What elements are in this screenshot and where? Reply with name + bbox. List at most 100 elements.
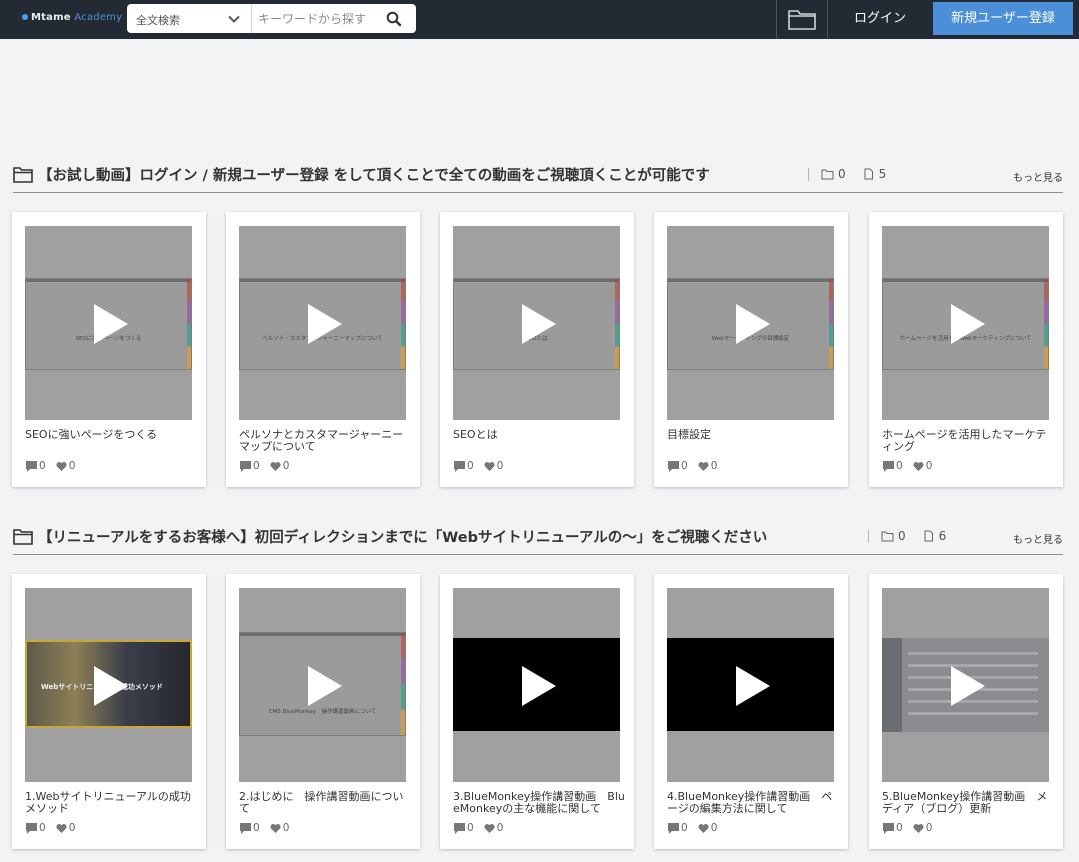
video-thumbnail[interactable] — [667, 588, 834, 782]
heart-icon — [56, 823, 67, 833]
comment-icon — [454, 460, 465, 472]
video-card[interactable]: 5.BlueMonkey操作講習動画 メディア（ブログ）更新 0 0 — [869, 574, 1063, 849]
file-count-icon — [924, 530, 933, 542]
video-thumbnail[interactable]: CMS BlueMonkey 操作講習動画について — [239, 588, 406, 782]
heart-icon — [270, 823, 281, 833]
search-box: 全文検索 — [127, 4, 416, 33]
comment-count: 0 — [467, 822, 474, 834]
video-card[interactable]: 3.BlueMonkey操作講習動画 BlueMonkeyの主な機能に関して 0… — [440, 574, 634, 849]
heart-icon — [56, 461, 67, 471]
comment-icon — [454, 822, 465, 834]
play-icon[interactable] — [88, 664, 132, 708]
video-title[interactable]: ペルソナとカスタマージャーニーマップについて — [239, 429, 411, 453]
video-card[interactable]: Webサイトリニューアル成功メソッド 1.Webサイトリニューアルの成功メソッド… — [12, 574, 206, 849]
video-title[interactable]: SEOとは — [453, 429, 625, 441]
play-icon[interactable] — [730, 664, 774, 708]
video-thumbnail[interactable]: SEOに強いページをつくる — [25, 226, 192, 420]
play-icon[interactable] — [730, 302, 774, 346]
folder-count: 0 — [838, 167, 846, 181]
folder-icon — [13, 529, 33, 545]
video-title[interactable]: ホームページを活用したマーケティング — [882, 429, 1054, 453]
video-thumbnail[interactable] — [882, 588, 1049, 782]
more-link[interactable]: もっと見る — [1013, 531, 1063, 546]
video-card[interactable]: ホームページを活用したWebマーケティングについて ホームページを活用したマーケ… — [869, 212, 1063, 487]
play-icon[interactable] — [302, 302, 346, 346]
logo-sub-text: Academy — [74, 12, 123, 23]
video-stats: 0 0 — [240, 460, 289, 472]
like-count: 0 — [282, 822, 290, 834]
heart-icon — [913, 461, 924, 471]
video-card[interactable]: SEOとは SEOとは 0 0 — [440, 212, 634, 487]
register-button[interactable]: 新規ユーザー登録 — [933, 2, 1073, 35]
comment-count: 0 — [253, 822, 260, 834]
file-count: 6 — [938, 529, 947, 543]
login-button[interactable]: ログイン — [829, 0, 931, 39]
keyword-search-input[interactable] — [258, 8, 384, 29]
video-stats: 0 0 — [883, 822, 932, 834]
video-stats: 0 0 — [454, 460, 503, 472]
video-title[interactable]: 2.はじめに 操作講習動画について — [239, 791, 411, 815]
heart-icon — [698, 461, 709, 471]
like-count: 0 — [68, 460, 76, 472]
play-icon[interactable] — [516, 302, 560, 346]
comment-count: 0 — [39, 822, 46, 834]
comment-icon — [26, 460, 37, 472]
section-header: 【リニューアルをするお客様へ】初回ディレクションまでに「Webサイトリニューアル… — [13, 525, 1063, 555]
logo-mark-icon — [22, 14, 28, 20]
logo-main-text: Mtame — [31, 12, 71, 23]
video-thumbnail[interactable]: ペルソナ・カスタマージャーニーマップについて — [239, 226, 406, 420]
video-title[interactable]: SEOに強いページをつくる — [25, 429, 197, 441]
video-card[interactable]: SEOに強いページをつくる SEOに強いページをつくる 0 0 — [12, 212, 206, 487]
video-thumbnail[interactable]: Webマーケティングの目標設定 — [667, 226, 834, 420]
comment-icon — [668, 822, 679, 834]
heart-icon — [698, 823, 709, 833]
section-header: 【お試し動画】ログイン / 新規ユーザー登録 をして頂くことで全ての動画をご視聴… — [13, 163, 1063, 193]
section-counts: 0 6 — [868, 529, 946, 543]
site-logo[interactable]: Mtame Academy — [22, 12, 122, 23]
top-navigation-bar: Mtame Academy 全文検索 ログイン 新規ユーザー登録 — [0, 0, 1079, 39]
file-count: 5 — [878, 167, 887, 181]
video-stats: 0 0 — [26, 822, 75, 834]
video-thumbnail[interactable]: Webサイトリニューアル成功メソッド — [25, 588, 192, 782]
video-title[interactable]: 3.BlueMonkey操作講習動画 BlueMonkeyの主な機能に関して — [453, 791, 625, 815]
video-card[interactable]: CMS BlueMonkey 操作講習動画について 2.はじめに 操作講習動画に… — [226, 574, 420, 849]
section-title[interactable]: 【リニューアルをするお客様へ】初回ディレクションまでに「Webサイトリニューアル… — [38, 526, 767, 547]
play-icon[interactable] — [516, 664, 560, 708]
search-icon[interactable] — [385, 10, 403, 28]
video-card[interactable]: ペルソナ・カスタマージャーニーマップについて ペルソナとカスタマージャーニーマッ… — [226, 212, 420, 487]
video-stats: 0 0 — [883, 460, 932, 472]
video-thumbnail[interactable] — [453, 588, 620, 782]
video-title[interactable]: 4.BlueMonkey操作講習動画 ページの編集方法に関して — [667, 791, 839, 815]
play-icon[interactable] — [88, 302, 132, 346]
folder-icon[interactable] — [787, 7, 817, 31]
video-card[interactable]: 4.BlueMonkey操作講習動画 ページの編集方法に関して 0 0 — [654, 574, 848, 849]
play-icon[interactable] — [302, 664, 346, 708]
search-scope-select[interactable]: 全文検索 — [127, 4, 252, 33]
comment-icon — [240, 822, 251, 834]
like-count: 0 — [710, 822, 718, 834]
file-count-icon — [864, 168, 873, 180]
video-stats: 0 0 — [668, 460, 717, 472]
like-count: 0 — [496, 822, 504, 834]
like-count: 0 — [925, 460, 933, 472]
comment-count: 0 — [253, 460, 260, 472]
chevron-down-icon — [228, 15, 240, 23]
comment-icon — [668, 460, 679, 472]
comment-count: 0 — [39, 460, 46, 472]
divider — [808, 167, 809, 181]
video-card[interactable]: Webマーケティングの目標設定 目標設定 0 0 — [654, 212, 848, 487]
play-icon[interactable] — [945, 302, 989, 346]
video-title[interactable]: 5.BlueMonkey操作講習動画 メディア（ブログ）更新 — [882, 791, 1054, 815]
play-icon[interactable] — [945, 664, 989, 708]
comment-icon — [883, 822, 894, 834]
section-title[interactable]: 【お試し動画】ログイン / 新規ユーザー登録 をして頂くことで全ての動画をご視聴… — [38, 164, 710, 185]
video-title[interactable]: 1.Webサイトリニューアルの成功メソッド — [25, 791, 197, 815]
folder-count-icon — [821, 169, 834, 180]
comment-icon — [883, 460, 894, 472]
more-link[interactable]: もっと見る — [1013, 169, 1063, 184]
thumbnail-text: CMS BlueMonkey 操作講習動画について — [268, 709, 377, 715]
like-count: 0 — [68, 822, 76, 834]
video-thumbnail[interactable]: SEOとは — [453, 226, 620, 420]
video-title[interactable]: 目標設定 — [667, 429, 839, 441]
video-thumbnail[interactable]: ホームページを活用したWebマーケティングについて — [882, 226, 1049, 420]
